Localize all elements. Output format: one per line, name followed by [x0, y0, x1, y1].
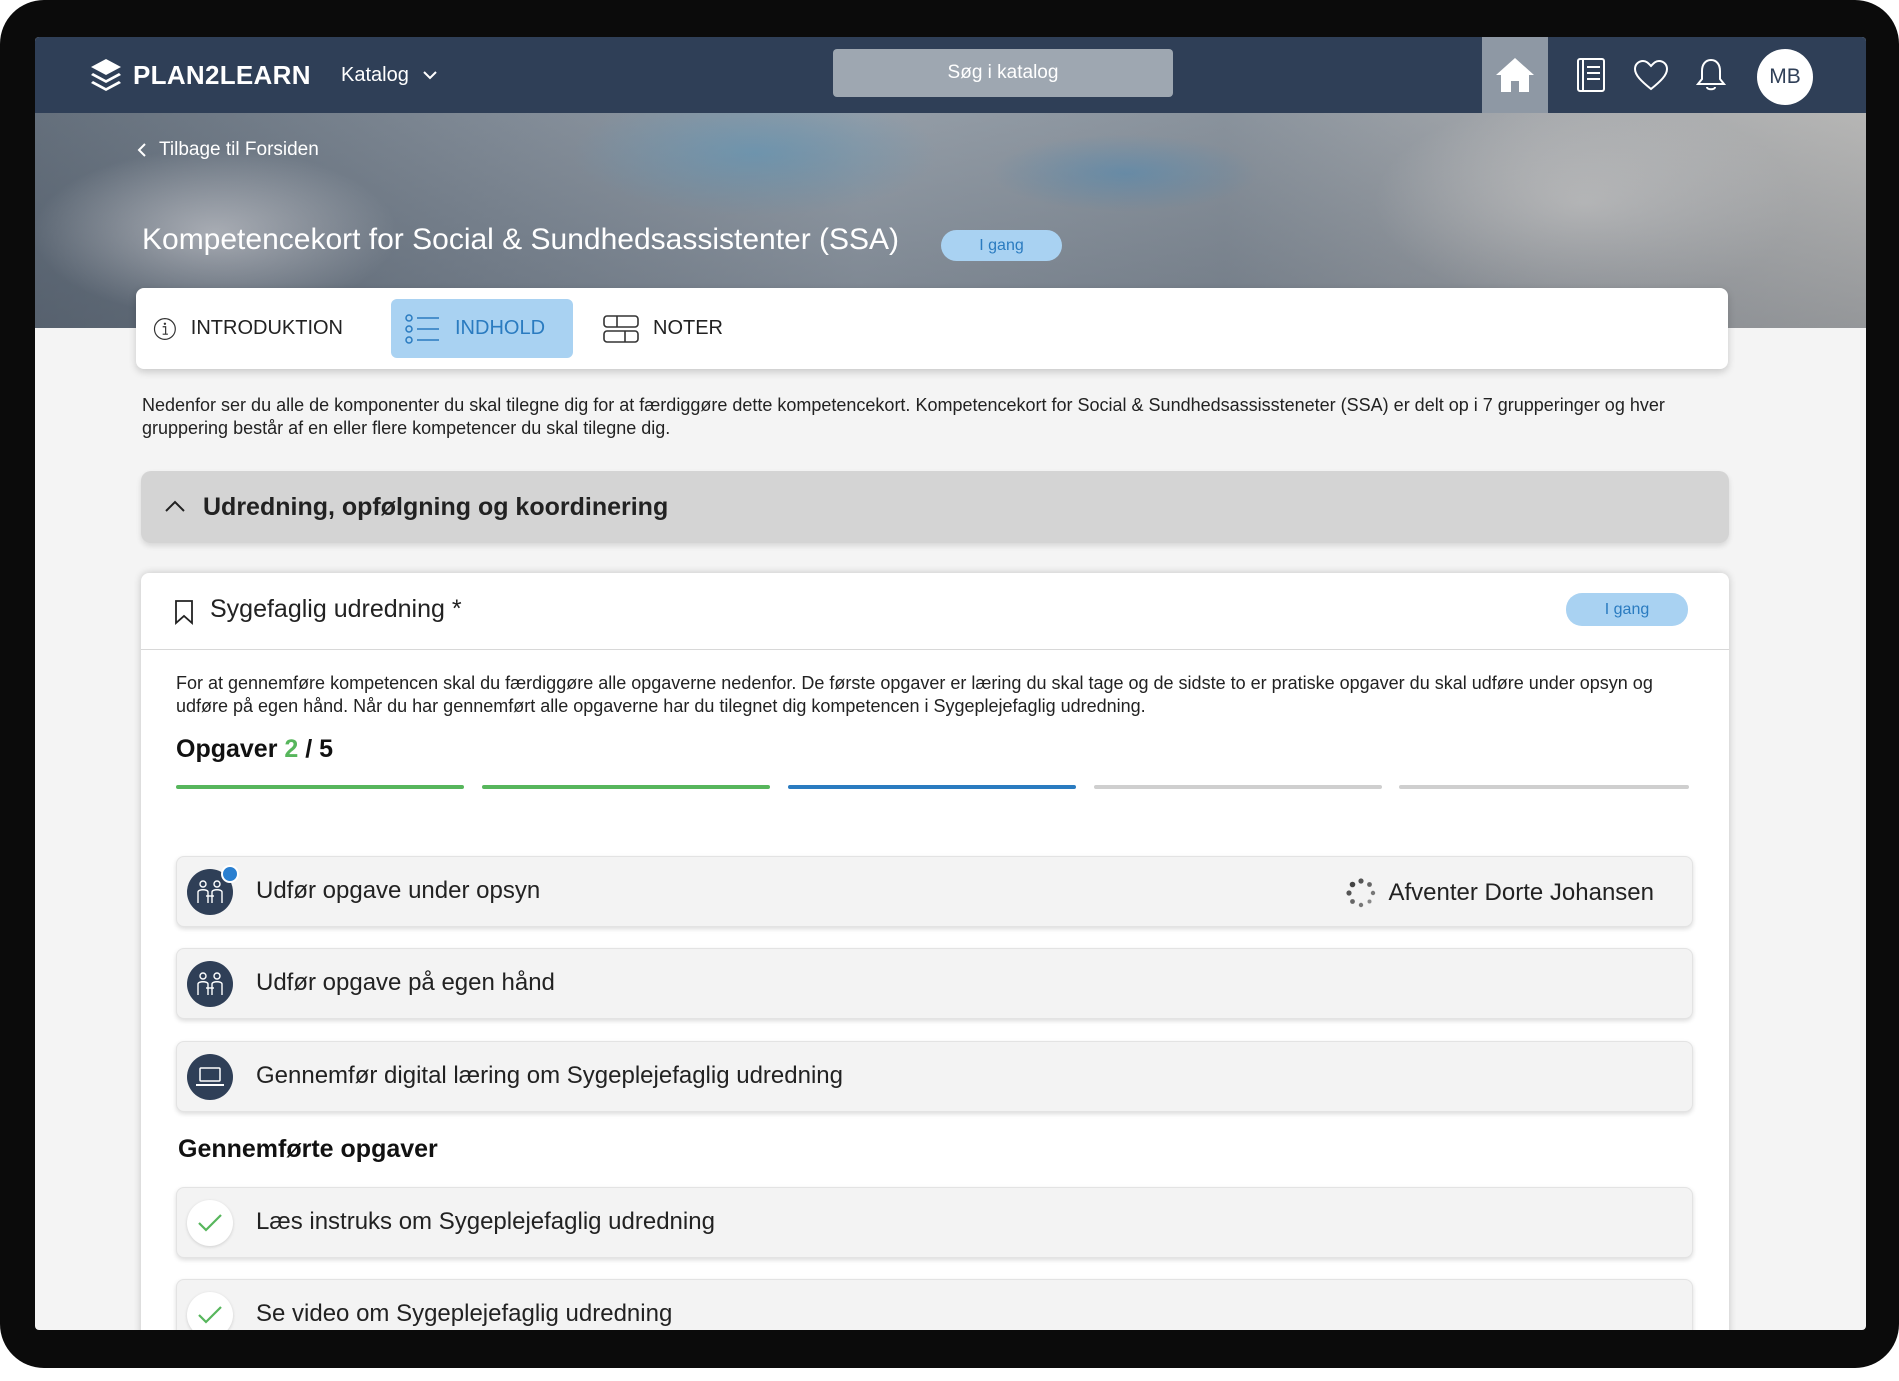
tab-label: NOTER — [653, 317, 723, 339]
app-screen: PLAN2LEARN Katalog Søg i katalog MB Tilb… — [35, 37, 1866, 1330]
heart-icon — [1633, 59, 1669, 91]
home-icon — [1496, 58, 1534, 92]
bell-icon — [1695, 58, 1727, 91]
progress-segment — [482, 785, 770, 789]
progress-segment — [176, 785, 464, 789]
completed-task-row[interactable]: Læs instruks om Sygeplejefaglig udrednin… — [176, 1187, 1693, 1258]
favorites-button[interactable] — [1633, 57, 1669, 93]
library-button[interactable] — [1573, 57, 1609, 93]
tasks-total: / 5 — [305, 735, 334, 763]
progress-segment — [1399, 785, 1689, 789]
task-status: Afventer Dorte Johansen — [1345, 877, 1655, 909]
intro-text: Nedenfor ser du alle de komponenter du s… — [142, 395, 1665, 438]
task-label: Udfør opgave under opsyn — [256, 877, 541, 904]
check-icon — [187, 1292, 233, 1330]
group-title: Udredning, opfølgning og koordinering — [203, 492, 669, 521]
loading-spinner-icon — [1345, 878, 1375, 908]
competence-card-header[interactable]: Sygefaglig udredning * I gang — [141, 573, 1729, 650]
check-icon — [187, 1200, 233, 1246]
info-icon — [153, 317, 176, 340]
task-label: Udfør opgave på egen hånd — [256, 969, 555, 996]
chevron-down-icon — [423, 71, 437, 80]
notification-dot — [221, 865, 239, 883]
progress-segment — [1094, 785, 1382, 789]
competence-card: Sygefaglig udredning * I gang For at gen… — [141, 573, 1729, 1330]
task-status-label: Afventer Dorte Johansen — [1388, 879, 1655, 906]
status-badge: I gang — [941, 230, 1062, 261]
catalog-search-input[interactable] — [833, 49, 1173, 97]
tab-label: INTRODUKTION — [190, 317, 343, 339]
page-title: Kompetencekort for Social & Sundhedsassi… — [142, 223, 900, 256]
home-button[interactable] — [1482, 37, 1548, 113]
people-icon — [187, 961, 233, 1007]
competence-status-badge: I gang — [1566, 593, 1688, 626]
competence-title: Sygefaglig udredning * — [210, 595, 462, 623]
tab-introduktion[interactable]: INTRODUKTION — [153, 299, 343, 358]
brand-logo[interactable]: PLAN2LEARN — [89, 52, 311, 98]
top-navbar: PLAN2LEARN Katalog Søg i katalog MB — [35, 37, 1866, 113]
notifications-button[interactable] — [1693, 57, 1729, 93]
content-tabs: INTRODUKTION INDHOLD NOTER — [136, 288, 1728, 369]
back-link-label: Tilbage til Forsiden — [159, 139, 319, 160]
tab-indhold[interactable]: INDHOLD — [391, 299, 573, 358]
chevron-up-icon — [165, 500, 185, 512]
laptop-icon — [187, 1054, 233, 1100]
task-row[interactable]: Udfør opgave under opsyn Afventer Dorte … — [176, 856, 1693, 927]
list-icon — [405, 313, 439, 344]
task-label: Læs instruks om Sygeplejefaglig udrednin… — [256, 1208, 715, 1235]
user-avatar[interactable]: MB — [1757, 49, 1813, 105]
competence-description: For at gennemføre kompetencen skal du fæ… — [176, 673, 1653, 716]
catalog-label: Katalog — [341, 63, 409, 86]
task-row[interactable]: Gennemfør digital læring om Sygeplejefag… — [176, 1041, 1693, 1112]
task-row[interactable]: Udfør opgave på egen hånd — [176, 948, 1693, 1019]
tasks-done-count: 2 — [284, 735, 299, 763]
tab-label: INDHOLD — [455, 317, 546, 339]
task-label: Gennemfør digital læring om Sygeplejefag… — [256, 1062, 843, 1089]
completed-task-row[interactable]: Se video om Sygeplejefaglig udredning — [176, 1279, 1693, 1330]
brand-name: PLAN2LEARN — [133, 59, 311, 90]
group-accordion-header[interactable]: Udredning, opfølgning og koordinering — [141, 471, 1729, 543]
back-link[interactable]: Tilbage til Forsiden — [137, 135, 319, 165]
progress-segment — [788, 785, 1076, 789]
tab-noter[interactable]: NOTER — [603, 299, 733, 358]
notes-icon — [603, 314, 639, 343]
bookmark-icon — [175, 600, 193, 625]
chevron-left-icon — [137, 143, 146, 157]
book-icon — [1577, 58, 1605, 92]
layers-icon — [91, 59, 121, 91]
tasks-label: Opgaver — [176, 735, 278, 763]
device-frame: PLAN2LEARN Katalog Søg i katalog MB Tilb… — [0, 0, 1899, 1368]
task-label: Se video om Sygeplejefaglig udredning — [256, 1300, 673, 1327]
tasks-counter: Opgaver 2 / 5 — [176, 735, 333, 764]
catalog-dropdown[interactable]: Katalog — [341, 57, 437, 93]
completed-tasks-heading: Gennemførte opgaver — [178, 1135, 438, 1163]
